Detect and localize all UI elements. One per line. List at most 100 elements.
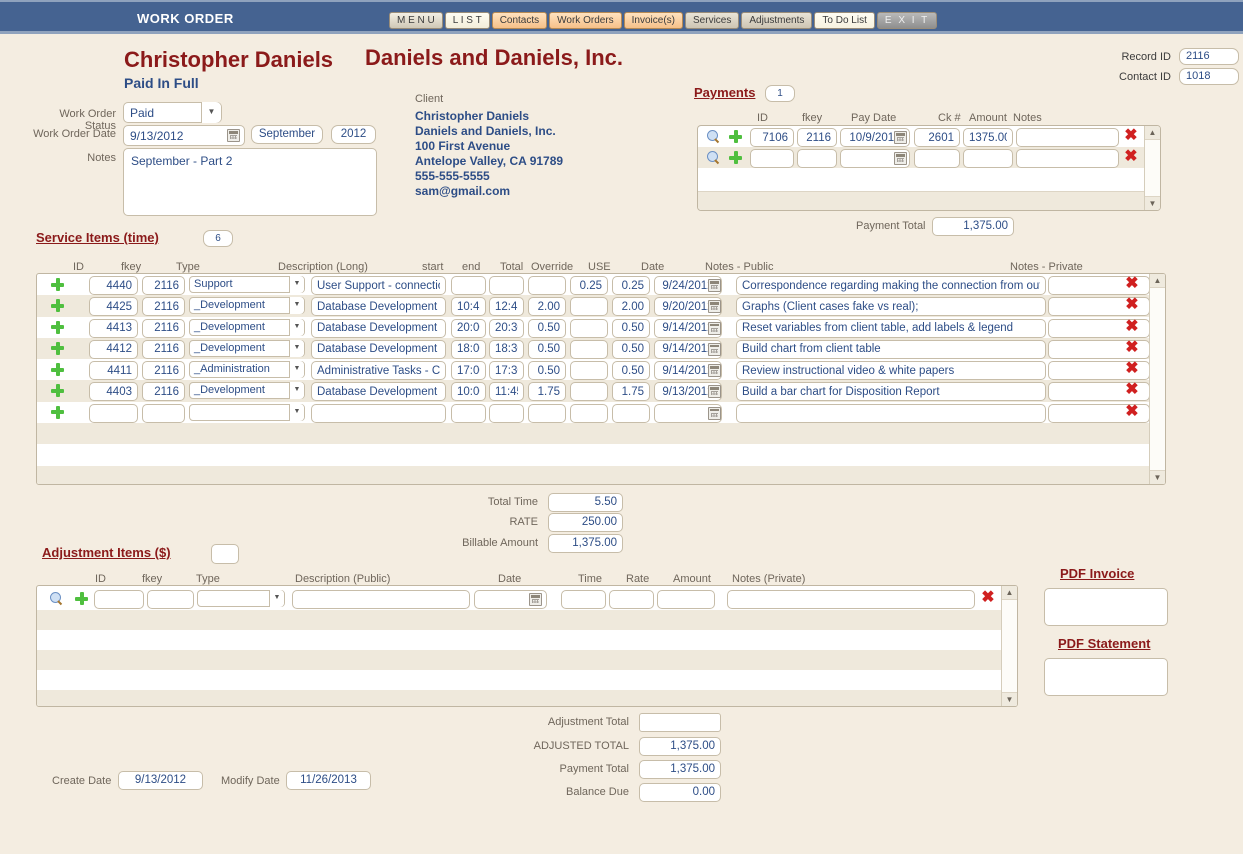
si-override-input[interactable] <box>570 318 608 338</box>
si-total-input[interactable] <box>528 297 566 317</box>
si-total-input[interactable] <box>528 318 566 338</box>
si-total-input[interactable] <box>528 382 566 402</box>
chevron-down-icon[interactable]: ▼ <box>289 403 304 421</box>
payment-amount-input[interactable] <box>963 149 1013 168</box>
si-end-input[interactable] <box>489 361 524 381</box>
adjustment-time-input[interactable] <box>561 590 606 609</box>
adjustment-amount-input[interactable] <box>657 590 715 609</box>
work-order-year[interactable]: 2012 <box>331 125 376 144</box>
work-order-date-input[interactable]: 9/13/2012 <box>123 125 245 146</box>
payment-amount-input[interactable] <box>963 128 1013 147</box>
si-notes-public-input[interactable] <box>736 361 1046 381</box>
rate-value[interactable]: 250.00 <box>548 513 623 532</box>
si-end-input[interactable] <box>489 339 524 359</box>
plus-icon[interactable] <box>51 384 64 398</box>
table-row[interactable]: ▼ ✖ <box>37 586 1017 610</box>
delete-x-icon[interactable]: ✖ <box>1125 361 1139 377</box>
si-fkey-input[interactable] <box>142 276 185 295</box>
table-row[interactable]: _Development ▼ ✖ <box>37 295 1165 317</box>
pdf-statement-dropzone[interactable] <box>1044 658 1168 696</box>
delete-x-icon[interactable]: ✖ <box>1125 382 1139 398</box>
pdf-invoice-dropzone[interactable] <box>1044 588 1168 626</box>
table-row[interactable]: ✖ <box>698 126 1160 147</box>
calendar-icon[interactable] <box>529 593 542 606</box>
payments-section-title[interactable]: Payments <box>694 85 755 100</box>
adjustment-description-input[interactable] <box>292 590 470 609</box>
si-use-input[interactable] <box>612 403 650 423</box>
table-row[interactable]: ✖ <box>698 147 1160 168</box>
si-end-input[interactable] <box>489 403 524 423</box>
plus-icon[interactable] <box>51 363 64 377</box>
payment-check-input[interactable] <box>914 128 960 147</box>
adjustment-type-select[interactable]: ▼ <box>197 590 285 607</box>
calendar-icon[interactable] <box>708 342 721 356</box>
si-use-input[interactable] <box>612 382 650 402</box>
si-use-input[interactable] <box>612 297 650 317</box>
si-description-input[interactable] <box>311 382 446 402</box>
payment-fkey-input[interactable] <box>797 128 837 147</box>
scroll-down-icon[interactable]: ▼ <box>1150 470 1165 484</box>
si-description-input[interactable] <box>311 339 446 359</box>
si-description-input[interactable] <box>311 403 446 423</box>
nav-button-services[interactable]: Services <box>685 12 740 29</box>
plus-icon[interactable] <box>51 299 64 313</box>
si-description-input[interactable] <box>311 276 446 295</box>
magnifier-icon[interactable] <box>50 592 63 605</box>
service-items-section-title[interactable]: Service Items (time) <box>36 230 159 245</box>
si-type-select[interactable]: Support ▼ <box>189 276 305 293</box>
table-row[interactable]: ▼ ✖ <box>37 402 1165 423</box>
payment-id-input[interactable] <box>750 128 794 147</box>
adjustment-id-input[interactable] <box>94 590 144 609</box>
adjustment-notes-input[interactable] <box>727 590 975 609</box>
contact-id-value[interactable]: 1018 <box>1179 68 1239 85</box>
delete-x-icon[interactable]: ✖ <box>1125 403 1139 419</box>
work-order-status-select[interactable]: Paid ▼ <box>123 102 222 123</box>
si-notes-public-input[interactable] <box>736 339 1046 359</box>
delete-x-icon[interactable]: ✖ <box>1125 318 1139 334</box>
si-description-input[interactable] <box>311 361 446 381</box>
scroll-up-icon[interactable]: ▲ <box>1002 586 1017 600</box>
si-id-input[interactable] <box>89 318 138 338</box>
calendar-icon[interactable] <box>708 385 721 399</box>
si-type-select[interactable]: _Development ▼ <box>189 297 305 315</box>
si-override-input[interactable] <box>570 276 608 295</box>
si-id-input[interactable] <box>89 339 138 359</box>
adjustment-fkey-input[interactable] <box>147 590 194 609</box>
si-override-input[interactable] <box>570 339 608 359</box>
si-id-input[interactable] <box>89 382 138 402</box>
si-start-input[interactable] <box>451 403 486 423</box>
si-end-input[interactable] <box>489 318 524 338</box>
chevron-down-icon[interactable]: ▼ <box>289 361 304 379</box>
si-fkey-input[interactable] <box>142 361 185 381</box>
nav-button-menu[interactable]: M E N U <box>389 12 443 29</box>
si-override-input[interactable] <box>570 297 608 317</box>
plus-icon[interactable] <box>51 278 64 291</box>
si-notes-public-input[interactable] <box>736 403 1046 423</box>
si-fkey-input[interactable] <box>142 403 185 423</box>
payment-id-input[interactable] <box>750 149 794 168</box>
plus-icon[interactable] <box>51 341 64 355</box>
nav-button-adjustments[interactable]: Adjustments <box>741 12 813 29</box>
magnifier-icon[interactable] <box>707 130 720 143</box>
scroll-up-icon[interactable]: ▲ <box>1145 126 1160 140</box>
nav-button-invoices[interactable]: Invoice(s) <box>623 12 684 29</box>
si-end-input[interactable] <box>489 382 524 402</box>
plus-icon[interactable] <box>51 405 64 419</box>
si-description-input[interactable] <box>311 297 446 317</box>
si-id-input[interactable] <box>89 361 138 381</box>
service-items-scrollbar[interactable]: ▲ ▼ <box>1149 274 1165 484</box>
si-type-select[interactable]: _Administration ▼ <box>189 361 305 379</box>
plus-icon[interactable] <box>75 592 88 605</box>
delete-x-icon[interactable]: ✖ <box>1124 149 1138 165</box>
si-type-select[interactable]: ▼ <box>189 403 305 421</box>
calendar-icon[interactable] <box>227 129 240 142</box>
si-notes-public-input[interactable] <box>736 382 1046 402</box>
si-fkey-input[interactable] <box>142 339 185 359</box>
calendar-icon[interactable] <box>708 321 721 335</box>
payments-scrollbar[interactable]: ▲ ▼ <box>1144 126 1160 210</box>
si-total-input[interactable] <box>528 339 566 359</box>
si-total-input[interactable] <box>528 361 566 381</box>
plus-icon[interactable] <box>729 130 742 143</box>
work-order-notes-textarea[interactable]: September - Part 2 <box>123 148 377 216</box>
payment-check-input[interactable] <box>914 149 960 168</box>
